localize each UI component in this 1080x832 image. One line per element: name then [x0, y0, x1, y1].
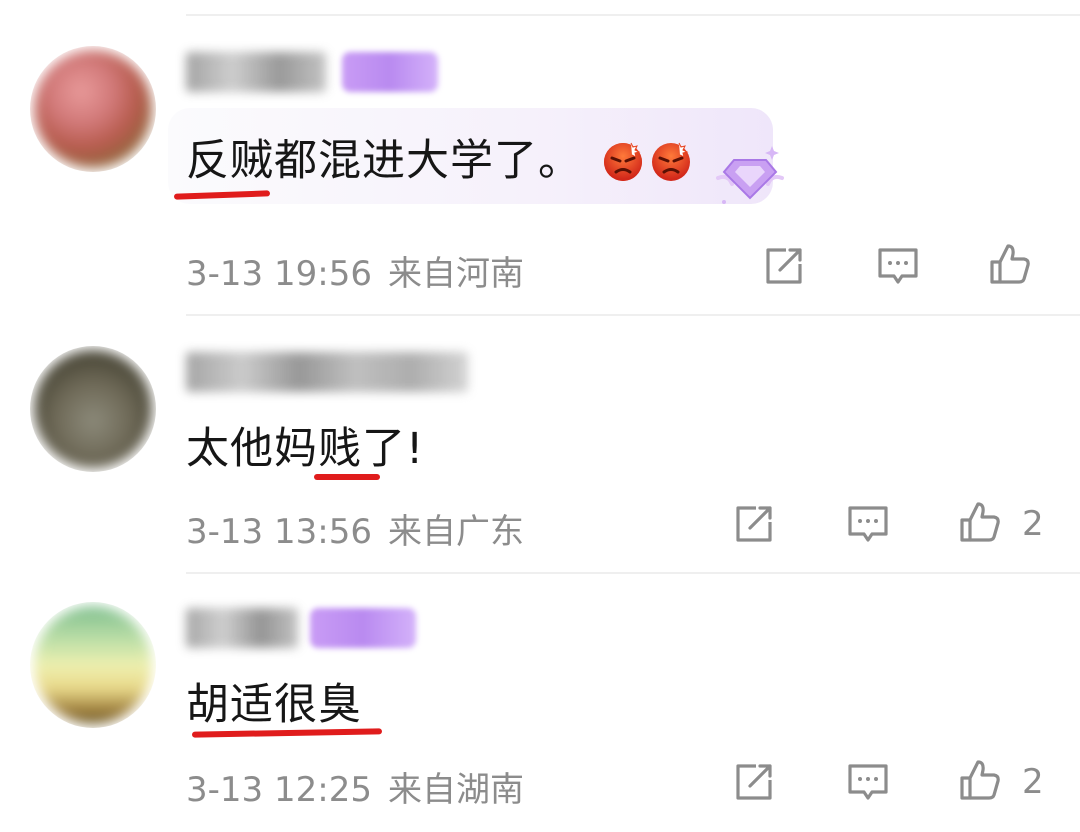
- divider: [186, 314, 1080, 316]
- comment-location: 来自广东: [387, 512, 524, 552]
- username-blurred[interactable]: [186, 352, 468, 392]
- comment-meta: 3-13 13:56 来自广东: [186, 504, 524, 553]
- comment-location: 来自河南: [387, 254, 524, 294]
- comment-text: 反贼都混进大学了。: [186, 126, 693, 188]
- username-blurred[interactable]: [186, 608, 298, 648]
- comment-text: 太他妈贱了!: [186, 414, 424, 476]
- reply-icon[interactable]: [844, 758, 892, 806]
- like-icon[interactable]: [956, 498, 1004, 546]
- like-count: 2: [1022, 504, 1044, 544]
- reply-icon[interactable]: [844, 500, 892, 548]
- like-icon[interactable]: [956, 756, 1004, 804]
- share-icon[interactable]: [730, 758, 778, 806]
- share-icon[interactable]: [730, 500, 778, 548]
- angry-face-emoji: [649, 139, 693, 183]
- divider-top: [186, 14, 1080, 16]
- red-underline: [314, 474, 380, 480]
- comment-date: 3-13 12:25: [186, 770, 372, 810]
- comment-text-content: 太他妈贱了!: [186, 424, 425, 474]
- comment-text-content: 胡适很臭: [186, 680, 362, 730]
- like-icon[interactable]: [986, 240, 1034, 288]
- member-badge[interactable]: [342, 52, 438, 92]
- divider: [186, 572, 1080, 574]
- avatar[interactable]: [30, 346, 156, 472]
- comment-date: 3-13 19:56: [186, 254, 372, 294]
- share-icon[interactable]: [760, 242, 808, 290]
- avatar[interactable]: [30, 602, 156, 728]
- username-blurred[interactable]: [186, 52, 326, 92]
- angry-face-emoji: [601, 139, 645, 183]
- comment-location: 来自湖南: [387, 770, 524, 810]
- comment-meta: 3-13 12:25 来自湖南: [186, 762, 524, 811]
- comment-text-content: 反贼都混进大学了。: [186, 136, 582, 186]
- comment-date: 3-13 13:56: [186, 512, 372, 552]
- comment-meta: 3-13 19:56 来自河南: [186, 246, 524, 295]
- avatar[interactable]: [30, 46, 156, 172]
- member-badge[interactable]: [310, 608, 416, 648]
- comment-text: 胡适很臭: [186, 670, 362, 732]
- reply-icon[interactable]: [874, 242, 922, 290]
- diamond-badge-icon: [712, 142, 788, 212]
- like-count: 2: [1022, 762, 1044, 802]
